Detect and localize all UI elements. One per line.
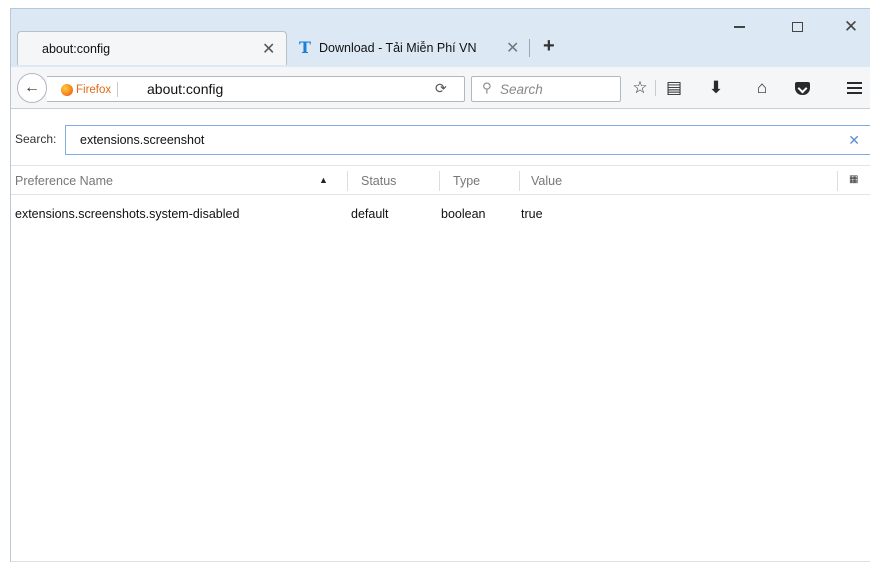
filter-value: extensions.screenshot xyxy=(80,133,205,147)
tab-title: about:config xyxy=(42,41,111,56)
url-text[interactable]: about:config xyxy=(147,81,223,97)
preference-status-cell: default xyxy=(351,207,389,221)
preference-type-cell: boolean xyxy=(441,207,486,221)
config-filter-row: Search: extensions.screenshot ✕ xyxy=(11,121,870,157)
config-search-input[interactable]: extensions.screenshot ✕ xyxy=(65,125,870,155)
firefox-logo-icon xyxy=(61,83,73,96)
close-window-button[interactable]: ✕ xyxy=(829,15,870,39)
column-divider[interactable] xyxy=(519,171,520,191)
back-arrow-icon: ← xyxy=(24,79,40,96)
table-row[interactable]: extensions.screenshots.system-disabled d… xyxy=(11,205,870,225)
reload-icon[interactable]: ⟳ xyxy=(435,80,447,97)
url-bar[interactable]: Firefox about:config ⟳ xyxy=(47,76,465,102)
column-divider xyxy=(837,171,838,191)
search-bar[interactable]: ⚲ Search xyxy=(471,76,621,102)
search-placeholder: Search xyxy=(500,82,543,97)
site-favicon-icon: T xyxy=(299,38,311,57)
hamburger-menu-icon[interactable] xyxy=(843,77,865,99)
tab-about-config[interactable]: about:config ✕ xyxy=(17,31,287,65)
back-button[interactable]: ← xyxy=(17,73,47,103)
navigation-bar: Firefox about:config ⟳ ← ⚲ Search ☆ ▤ ⬇ … xyxy=(11,67,870,109)
column-header-value[interactable]: Value xyxy=(531,174,562,188)
bookmark-star-icon[interactable]: ☆ xyxy=(629,77,651,99)
tab-strip: about:config ✕ T Download - Tải Miễn Phí… xyxy=(11,9,870,67)
identity-label: Firefox xyxy=(76,83,112,96)
column-header-status[interactable]: Status xyxy=(361,174,396,188)
tab-separator xyxy=(529,39,530,57)
identity-separator xyxy=(117,82,119,97)
column-divider[interactable] xyxy=(439,171,440,191)
preference-name-cell: extensions.screenshots.system-disabled xyxy=(15,207,240,221)
maximize-button[interactable] xyxy=(775,15,819,39)
tab-close-icon[interactable]: ✕ xyxy=(262,39,275,59)
close-icon: ✕ xyxy=(843,17,859,36)
download-icon[interactable]: ⬇ xyxy=(705,77,727,99)
preference-value-cell: true xyxy=(521,207,543,221)
tab-download[interactable]: T Download - Tải Miễn Phí VN ✕ xyxy=(291,31,531,65)
new-tab-icon[interactable]: + xyxy=(543,35,555,58)
maximize-icon xyxy=(791,22,803,32)
column-picker-icon[interactable]: ▦ xyxy=(849,174,858,185)
sort-ascending-icon: ▲ xyxy=(319,175,328,185)
identity-box[interactable]: Firefox xyxy=(61,82,119,97)
column-header-preference-name[interactable]: Preference Name xyxy=(15,174,113,188)
browser-window: about:config ✕ T Download - Tải Miễn Phí… xyxy=(10,8,870,562)
toolbar-separator xyxy=(655,80,656,96)
home-icon[interactable]: ⌂ xyxy=(751,77,773,99)
column-divider[interactable] xyxy=(347,171,348,191)
minimize-icon xyxy=(733,26,745,28)
minimize-button[interactable] xyxy=(717,15,761,39)
search-icon: ⚲ xyxy=(482,80,492,95)
pocket-icon[interactable] xyxy=(791,77,813,99)
filter-label: Search: xyxy=(15,132,57,146)
clear-filter-icon[interactable]: ✕ xyxy=(848,132,860,149)
table-header: Preference Name ▲ Status Type Value ▦ xyxy=(11,165,870,195)
column-header-type[interactable]: Type xyxy=(453,174,480,188)
bookmarks-menu-icon[interactable]: ▤ xyxy=(663,77,685,99)
tab-title: Download - Tải Miễn Phí VN xyxy=(319,41,477,55)
tab-close-icon[interactable]: ✕ xyxy=(506,38,519,58)
